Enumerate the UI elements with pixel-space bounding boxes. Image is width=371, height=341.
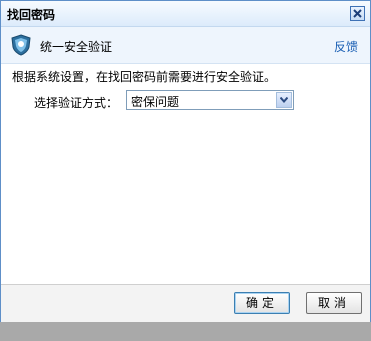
feedback-link[interactable]: 反馈	[334, 38, 358, 55]
header-band: 统一安全验证 反馈	[1, 27, 370, 64]
dialog-footer: 确定 取消	[1, 284, 370, 322]
section-title: 统一安全验证	[40, 40, 113, 54]
cancel-button[interactable]: 取消	[306, 292, 362, 314]
method-label: 选择验证方式：	[34, 96, 119, 110]
window-title: 找回密码	[7, 8, 56, 22]
shield-icon	[11, 34, 31, 56]
info-text: 根据系统设置，在找回密码前需要进行安全验证。	[12, 70, 277, 84]
chevron-down-icon	[280, 97, 288, 103]
verification-method-select[interactable]: 密保问题	[126, 90, 294, 110]
title-bar[interactable]: 找回密码	[1, 1, 370, 27]
select-value: 密保问题	[131, 95, 180, 109]
dropdown-button[interactable]	[276, 92, 292, 108]
close-button[interactable]	[350, 6, 365, 21]
ok-button[interactable]: 确定	[234, 292, 290, 314]
find-password-dialog: 找回密码 统一安全验证 反馈 根据系统设置，在找回密码前需要进行安全验证。 选择…	[0, 0, 371, 322]
close-icon	[353, 9, 362, 18]
